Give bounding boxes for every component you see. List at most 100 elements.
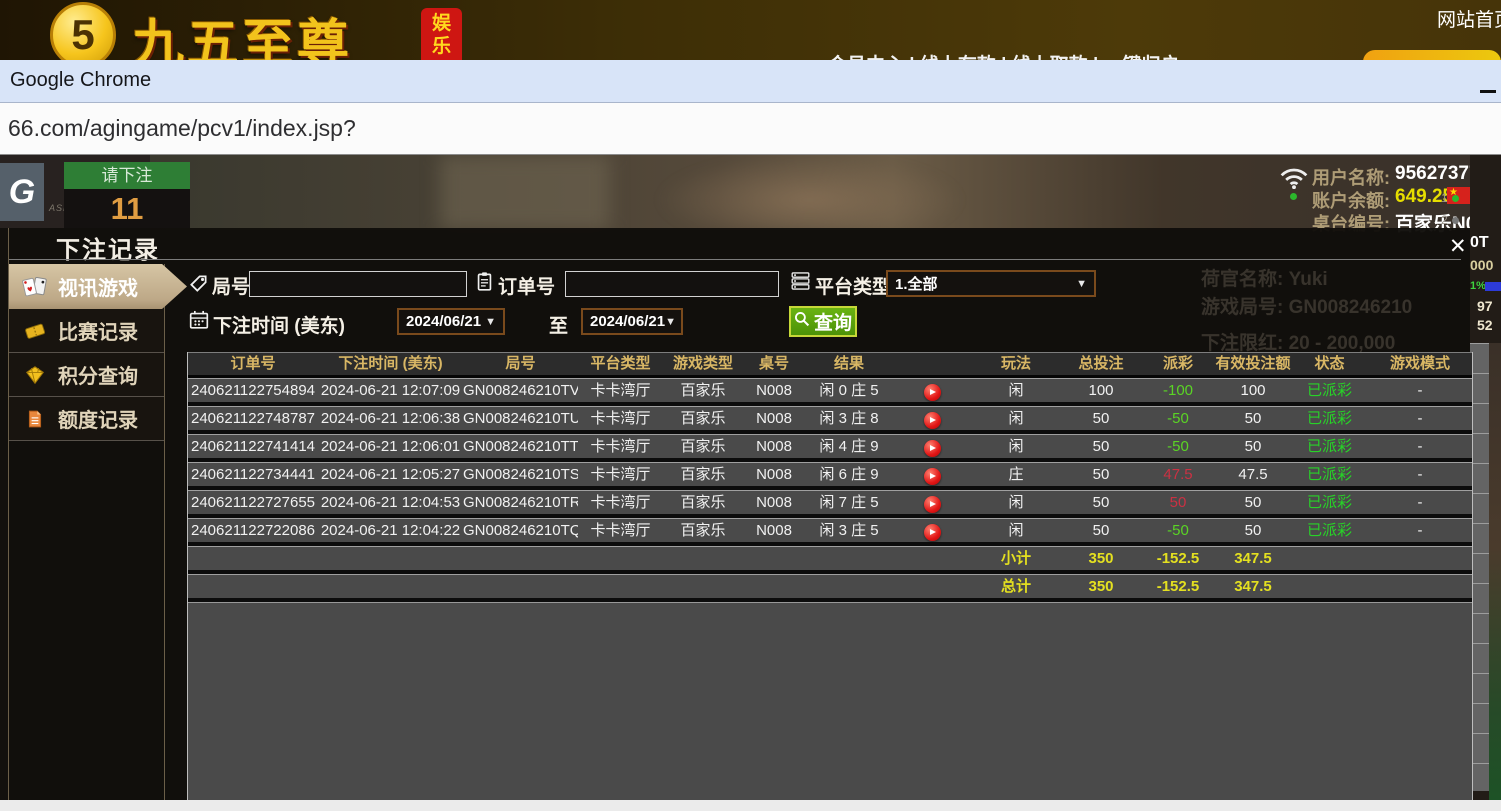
to-label: 至 <box>549 311 568 338</box>
round-input[interactable] <box>249 271 467 297</box>
table-header-row: 订单号 下注时间 (美东) 局号 平台类型 游戏类型 桌号 结果 玩法 总投注 … <box>188 352 1472 378</box>
status-badge: 已派彩 <box>1291 463 1368 486</box>
bet-time-label: 下注时间 (美东) <box>213 311 345 338</box>
subtotal-row: 小计 350 -152.5 347.5 <box>188 546 1472 574</box>
tab-label: 比赛记录 <box>58 316 138 345</box>
tab-video-games[interactable]: 视讯游戏 <box>9 264 187 309</box>
replay-icon[interactable] <box>924 496 941 513</box>
seat-dot-1 <box>1452 195 1459 202</box>
tag-icon <box>189 274 208 298</box>
payout-value: -50 <box>1167 438 1189 455</box>
ticket-icon <box>21 319 48 343</box>
ghost-dealer-name: 荷官名称: Yuki <box>1201 264 1328 291</box>
platform-label: 平台类型 <box>815 272 891 299</box>
date-from-select[interactable]: 2024/06/21 ▼ <box>397 308 505 335</box>
platform-list-icon <box>791 271 810 296</box>
member-nav-links[interactable]: 会员中心 | 线上存款 | 线上取款 | 一键归户 <box>828 50 1180 60</box>
tab-match-records[interactable]: 比赛记录 <box>9 309 164 353</box>
payout-value: 47.5 <box>1163 466 1192 483</box>
table-row: 240621122741414 2024-06-21 12:06:01 GN00… <box>188 434 1472 462</box>
table-empty-area <box>188 602 1472 800</box>
calendar-icon <box>189 310 209 334</box>
payout-value: -100 <box>1163 382 1193 399</box>
table-row: 240621122734441 2024-06-21 12:05:27 GN00… <box>188 462 1472 490</box>
home-link[interactable]: 网站首页 <box>1437 5 1501 32</box>
backdrop-highlight <box>440 155 610 230</box>
platform-select[interactable]: 1.全部 ▼ <box>886 270 1096 297</box>
date-to-select[interactable]: 2024/06/21 ▼ <box>581 308 683 335</box>
grand-total-row: 总计 350 -152.5 347.5 <box>188 574 1472 602</box>
search-icon <box>794 311 810 333</box>
order-label: 订单号 <box>498 272 555 299</box>
document-icon <box>21 407 48 431</box>
chevron-down-icon: ▼ <box>485 316 496 328</box>
date-from-value: 2024/06/21 <box>406 313 481 330</box>
site-banner: 5 九五至尊 娱乐 网站首页 会员中心 | 线上存款 | 线上取款 | 一键归户 <box>0 0 1501 60</box>
wifi-icon <box>1277 163 1311 194</box>
table-row: 240621122722086 2024-06-21 12:04:22 GN00… <box>188 518 1472 546</box>
logo-char: 5 <box>71 11 94 59</box>
title-divider <box>9 259 1461 260</box>
dealer-silhouette <box>660 155 960 230</box>
close-icon[interactable]: ✕ <box>1443 232 1473 261</box>
countdown-timer: 11 <box>64 189 190 228</box>
payout-value: -50 <box>1167 410 1189 427</box>
bet-prompt: 请下注 <box>64 162 190 189</box>
status-badge: 已派彩 <box>1291 491 1368 514</box>
search-button[interactable]: 查询 <box>789 306 857 337</box>
left-margin <box>0 228 8 800</box>
chevron-down-icon: ▼ <box>1076 278 1087 290</box>
order-input[interactable] <box>565 271 779 297</box>
tab-credit-records[interactable]: 额度记录 <box>9 397 164 441</box>
seat-number-1: 1 <box>1441 191 1448 205</box>
edge-progress-bar <box>1485 282 1501 291</box>
edge-fragment-limit: 000 <box>1470 257 1493 273</box>
bet-history-table: 订单号 下注时间 (美东) 局号 平台类型 游戏类型 桌号 结果 玩法 总投注 … <box>187 352 1473 800</box>
status-badge: 已派彩 <box>1291 435 1368 458</box>
window-title: Google Chrome <box>10 69 151 92</box>
edge-fragment-round: 0T <box>1470 234 1489 252</box>
minimize-icon[interactable] <box>1480 90 1496 93</box>
asia-gaming-logo: G <box>0 163 44 221</box>
modal-sidebar: 视讯游戏 比赛记录 积分查询 <box>9 264 187 441</box>
status-badge: 已派彩 <box>1291 519 1368 542</box>
chrome-titlebar <box>0 60 1501 103</box>
tab-label: 额度记录 <box>58 404 138 433</box>
table-row: 240621122748787 2024-06-21 12:06:38 GN00… <box>188 406 1472 434</box>
round-label: 局号 <box>212 272 250 299</box>
ghost-round-id: 游戏局号: GN008246210 <box>1201 292 1412 319</box>
tab-label: 视讯游戏 <box>58 272 138 301</box>
edge-number-a: 97 <box>1477 298 1493 314</box>
status-badge: 已派彩 <box>1291 407 1368 430</box>
cards-icon <box>21 275 48 299</box>
banner-action-button[interactable] <box>1363 50 1501 60</box>
bottom-edge <box>0 800 1501 811</box>
edge-percent: 1% <box>1470 280 1486 292</box>
replay-icon[interactable] <box>924 524 941 541</box>
site-logo-coin: 5 <box>50 2 116 60</box>
seat-dot-2 <box>1452 217 1459 224</box>
seat-number-2: 2 <box>1441 213 1448 227</box>
chevron-down-icon: ▼ <box>665 316 676 328</box>
payout-value: 50 <box>1170 494 1187 511</box>
status-badge: 已派彩 <box>1291 379 1368 402</box>
date-to-value: 2024/06/21 <box>590 313 665 330</box>
replay-icon[interactable] <box>924 440 941 457</box>
payout-value: -50 <box>1167 522 1189 539</box>
replay-icon[interactable] <box>924 412 941 429</box>
diamond-icon <box>21 363 48 387</box>
tab-points-query[interactable]: 积分查询 <box>9 353 164 397</box>
search-label: 查询 <box>814 308 852 335</box>
clipboard-icon <box>475 271 494 297</box>
table-row: 240621122727655 2024-06-21 12:04:53 GN00… <box>188 490 1472 518</box>
game-right-edge: 0T 000 1% 97 52 <box>1470 155 1501 800</box>
platform-selected-value: 1.全部 <box>895 273 938 294</box>
edge-number-b: 52 <box>1477 317 1493 333</box>
replay-icon[interactable] <box>924 384 941 401</box>
tab-label: 积分查询 <box>58 360 138 389</box>
replay-icon[interactable] <box>924 468 941 485</box>
bet-history-modal: 下注记录 ✕ 荷官名称: Yuki 游戏局号: GN008246210 下注限红… <box>8 228 1470 800</box>
table-row: 240621122754894 2024-06-21 12:07:09 GN00… <box>188 378 1472 406</box>
url-text[interactable]: 66.com/agingame/pcv1/index.jsp? <box>8 115 356 142</box>
ghost-bet-limit: 下注限红: 20 - 200,000 <box>1201 328 1395 355</box>
